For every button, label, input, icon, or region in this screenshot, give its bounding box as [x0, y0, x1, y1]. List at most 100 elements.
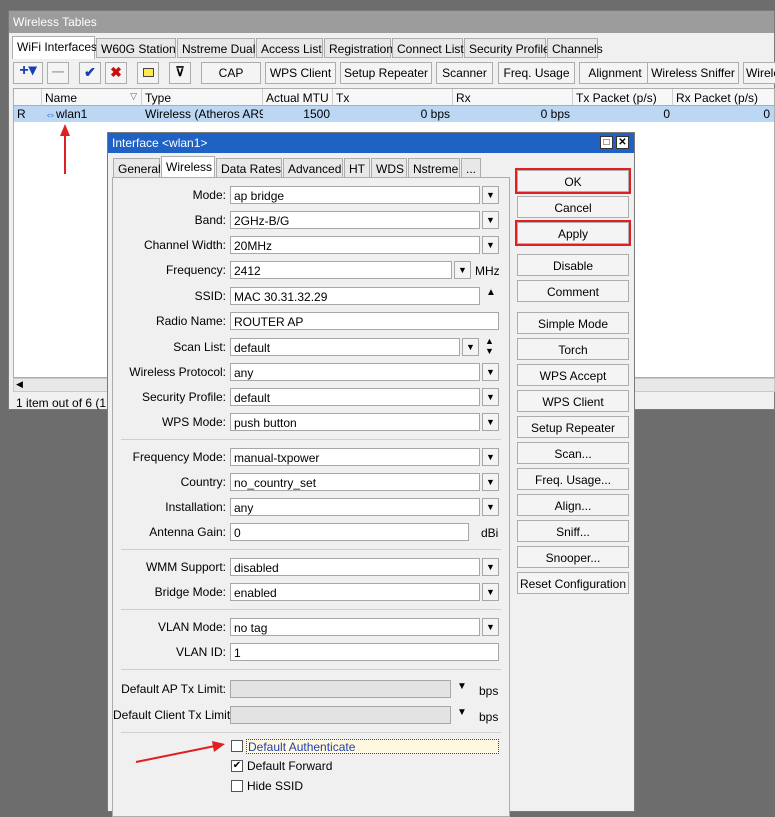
client-tx-limit-input[interactable] [230, 706, 451, 724]
collapse-up-icon[interactable]: ▲ [486, 287, 496, 298]
tab-wifi-interfaces[interactable]: WiFi Interfaces [12, 36, 97, 59]
tab-wds[interactable]: WDS [371, 158, 407, 178]
tab-connect-list[interactable]: Connect List [392, 38, 464, 58]
band-dropdown-icon[interactable]: ▼ [482, 211, 499, 229]
align-button[interactable]: Align... [517, 494, 629, 516]
scan-list-select[interactable]: default [230, 338, 460, 356]
tab-registration[interactable]: Registration [324, 38, 393, 58]
wireless-sniffer-button[interactable]: Wireless Sniffer [647, 62, 739, 84]
col-header-rx[interactable]: Rx [453, 89, 573, 106]
apply-button[interactable]: Apply [515, 220, 631, 246]
default-forward-label[interactable]: Default Forward [247, 759, 332, 773]
default-authenticate-label[interactable]: Default Authenticate [246, 739, 499, 754]
freq-usage-button-dialog[interactable]: Freq. Usage... [517, 468, 629, 490]
wps-client-button[interactable]: WPS Client [265, 62, 336, 84]
tab-w60g-station[interactable]: W60G Station [96, 38, 176, 58]
col-header-rx-packet[interactable]: Rx Packet (p/s) [673, 89, 774, 106]
channel-width-select[interactable]: 20MHz [230, 236, 480, 254]
mode-dropdown-icon[interactable]: ▼ [482, 186, 499, 204]
simple-mode-button[interactable]: Simple Mode [517, 312, 629, 334]
cap-button[interactable]: CAP [201, 62, 261, 84]
band-select[interactable]: 2GHz-B/G [230, 211, 480, 229]
tab-access-list[interactable]: Access List [256, 38, 323, 58]
vlan-id-input[interactable]: 1 [230, 643, 499, 661]
security-profile-select[interactable]: default [230, 388, 480, 406]
sniff-button[interactable]: Sniff... [517, 520, 629, 542]
tab-channels[interactable]: Channels [547, 38, 603, 58]
table-row[interactable]: R ⇔wlan1 Wireless (Atheros AR9... 1500 0… [14, 106, 774, 122]
tab-more[interactable]: ... [461, 158, 481, 178]
hide-ssid-checkbox[interactable] [231, 780, 243, 792]
wmm-support-select[interactable]: disabled [230, 558, 480, 576]
wps-client-button-dialog[interactable]: WPS Client [517, 390, 629, 412]
default-authenticate-checkbox[interactable] [231, 740, 243, 752]
wireless-protocol-select[interactable]: any [230, 363, 480, 381]
country-select[interactable]: no_country_set [230, 473, 480, 491]
ap-tx-limit-input[interactable] [230, 680, 451, 698]
frequency-mode-dropdown-icon[interactable]: ▼ [482, 448, 499, 466]
bridge-mode-select[interactable]: enabled [230, 583, 480, 601]
channel-width-dropdown-icon[interactable]: ▼ [482, 236, 499, 254]
tab-data-rates[interactable]: Data Rates [216, 158, 282, 178]
alignment-button[interactable]: Alignment [579, 62, 651, 84]
wireless-more-button[interactable]: Wirele [743, 62, 775, 84]
scan-list-dropdown-icon[interactable]: ▼ [462, 338, 479, 356]
col-header-type[interactable]: Type [142, 89, 263, 106]
minus-icon[interactable]: — [47, 62, 69, 84]
wps-accept-button[interactable]: WPS Accept [517, 364, 629, 386]
bridge-mode-dropdown-icon[interactable]: ▼ [482, 583, 499, 601]
tab-wireless[interactable]: Wireless [161, 156, 215, 179]
tab-nstreme-dual[interactable]: Nstreme Dual [177, 38, 255, 58]
torch-button[interactable]: Torch [517, 338, 629, 360]
country-dropdown-icon[interactable]: ▼ [482, 473, 499, 491]
mode-select[interactable]: ap bridge [230, 186, 480, 204]
wmm-support-dropdown-icon[interactable]: ▼ [482, 558, 499, 576]
setup-repeater-button-dialog[interactable]: Setup Repeater [517, 416, 629, 438]
vlan-mode-dropdown-icon[interactable]: ▼ [482, 618, 499, 636]
antenna-gain-input[interactable]: 0 [230, 523, 469, 541]
radio-name-input[interactable]: ROUTER AP [230, 312, 499, 330]
tab-advanced[interactable]: Advanced [283, 158, 343, 178]
setup-repeater-button[interactable]: Setup Repeater [340, 62, 432, 84]
frequency-mode-select[interactable]: manual-txpower [230, 448, 480, 466]
maximize-icon[interactable]: □ [600, 136, 613, 149]
vlan-mode-select[interactable]: no tag [230, 618, 480, 636]
col-header-tx[interactable]: Tx [333, 89, 453, 106]
security-profile-dropdown-icon[interactable]: ▼ [482, 388, 499, 406]
col-header-mtu[interactable]: Actual MTU [263, 89, 333, 106]
cross-icon[interactable]: ✖ [105, 62, 127, 84]
col-header-flag[interactable] [14, 89, 42, 106]
frequency-dropdown-icon[interactable]: ▼ [454, 261, 471, 279]
ssid-input[interactable]: MAC 30.31.32.29 [230, 287, 480, 305]
filter-icon[interactable]: ⊽ [169, 62, 191, 84]
freq-usage-button[interactable]: Freq. Usage [498, 62, 575, 84]
close-icon[interactable]: ✕ [616, 136, 629, 149]
snooper-button[interactable]: Snooper... [517, 546, 629, 568]
disable-button[interactable]: Disable [517, 254, 629, 276]
check-icon[interactable]: ✔ [79, 62, 101, 84]
up-down-icon[interactable]: ▲ ▼ [485, 336, 494, 356]
note-icon[interactable] [137, 62, 159, 84]
tab-general[interactable]: General [113, 158, 161, 178]
wireless-protocol-dropdown-icon[interactable]: ▼ [482, 363, 499, 381]
hide-ssid-label[interactable]: Hide SSID [247, 779, 303, 793]
scan-button[interactable]: Scan... [517, 442, 629, 464]
tab-nstreme[interactable]: Nstreme [408, 158, 460, 178]
cancel-button[interactable]: Cancel [517, 196, 629, 218]
ap-tx-limit-dropdown-icon[interactable]: ▼ [457, 681, 467, 692]
plus-icon[interactable]: +▾ [13, 62, 43, 84]
col-header-tx-packet[interactable]: Tx Packet (p/s) [573, 89, 673, 106]
comment-button[interactable]: Comment [517, 280, 629, 302]
scroll-left-icon[interactable]: ◀ [16, 379, 23, 390]
client-tx-limit-dropdown-icon[interactable]: ▼ [457, 707, 467, 718]
wps-mode-dropdown-icon[interactable]: ▼ [482, 413, 499, 431]
wps-mode-select[interactable]: push button [230, 413, 480, 431]
installation-dropdown-icon[interactable]: ▼ [482, 498, 499, 516]
tab-security-profiles[interactable]: Security Profiles [464, 38, 556, 58]
installation-select[interactable]: any [230, 498, 480, 516]
reset-configuration-button[interactable]: Reset Configuration [517, 572, 629, 594]
tab-ht[interactable]: HT [344, 158, 370, 178]
ok-button[interactable]: OK [515, 168, 631, 194]
frequency-select[interactable]: 2412 [230, 261, 452, 279]
scanner-button[interactable]: Scanner [436, 62, 493, 84]
